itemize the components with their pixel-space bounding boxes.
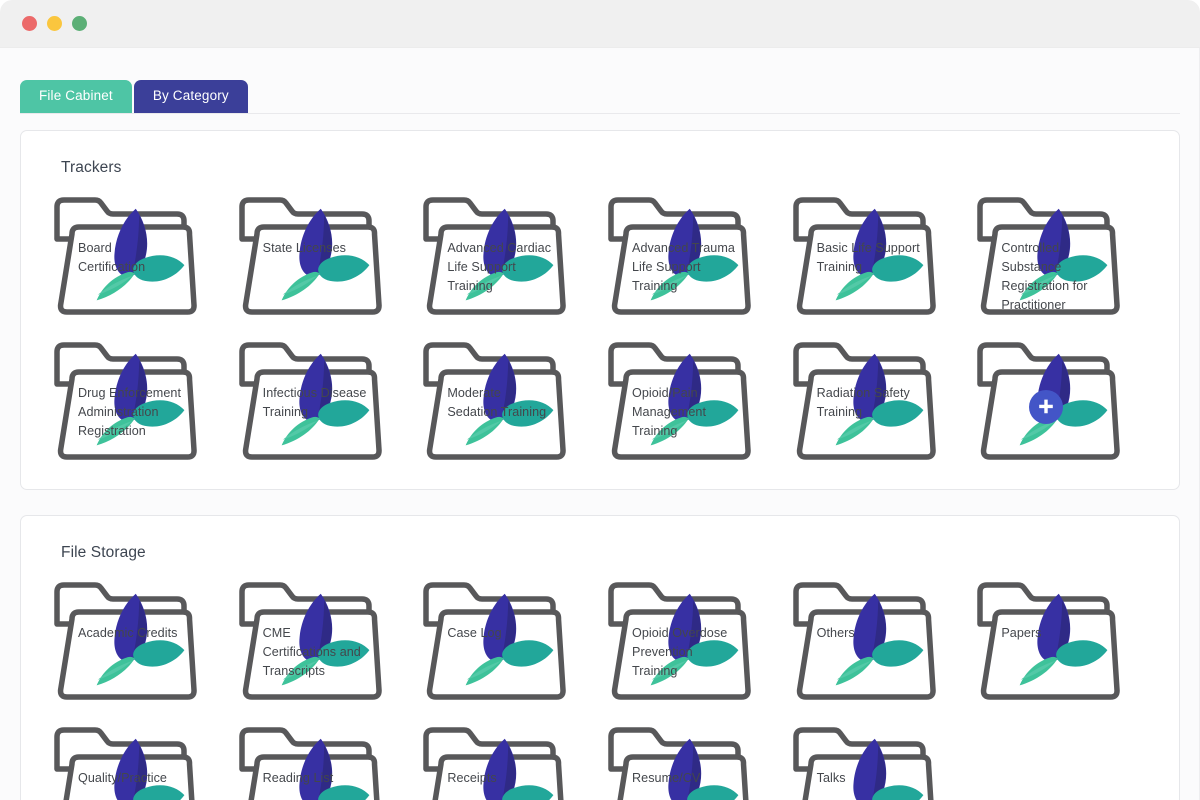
add-folder-button[interactable] (972, 340, 1126, 463)
folder-item[interactable]: Board Certification (49, 195, 203, 318)
folder-item[interactable]: Opioid Overdose Prevention Training (603, 580, 757, 703)
folder-item[interactable]: Papers (972, 580, 1126, 703)
folder-item[interactable]: State Licenses (234, 195, 388, 318)
folder-item[interactable]: Moderate Sedation Training (418, 340, 572, 463)
folder-item[interactable]: Academic Credits (49, 580, 203, 703)
tab-bar: File Cabinet By Category (12, 48, 1188, 113)
folder-item[interactable]: Talks (788, 725, 942, 800)
folder-item[interactable]: Radiation Safety Training (788, 340, 942, 463)
folder-grid-file-storage: Academic Credits CME Certifications and … (43, 580, 1157, 800)
folder-item[interactable]: Quality/Practice (49, 725, 203, 800)
page-body: File Cabinet By Category Trackers Board … (0, 48, 1200, 800)
folder-item[interactable]: Case Log (418, 580, 572, 703)
traffic-lights (22, 16, 87, 31)
folder-item[interactable]: Advanced Cardiac Life Support Training (418, 195, 572, 318)
section-card-file-storage: File Storage Academic Credits CME Certif… (20, 514, 1180, 800)
folder-item[interactable]: Advanced Trauma Life Support Training (603, 195, 757, 318)
folder-item[interactable]: Drug Enforcement Administration Registra… (49, 340, 203, 463)
tab-file-cabinet[interactable]: File Cabinet (20, 80, 132, 113)
app-window: File Cabinet By Category Trackers Board … (0, 0, 1200, 800)
add-circle-icon[interactable] (1029, 389, 1064, 424)
folder-grid-trackers: Board Certification State Licenses Advan… (43, 195, 1157, 463)
window-titlebar (0, 0, 1200, 48)
folder-item[interactable]: Receipts (418, 725, 572, 800)
folder-item[interactable]: Reading List (234, 725, 388, 800)
folder-item[interactable]: CME Certifications and Transcripts (234, 580, 388, 703)
maximize-window-button[interactable] (72, 16, 87, 31)
folder-item[interactable]: Basic Life Support Training (788, 195, 942, 318)
folder-item[interactable]: Resume/CV (603, 725, 757, 800)
folder-item[interactable]: Infectious Disease Training (234, 340, 388, 463)
minimize-window-button[interactable] (47, 16, 62, 31)
section-title-file-storage: File Storage (61, 543, 146, 561)
folder-item[interactable]: Controlled Substance Registration for Pr… (972, 195, 1126, 318)
folder-item[interactable]: Opioid/Pain Management Training (603, 340, 757, 463)
tab-by-category[interactable]: By Category (133, 80, 248, 113)
close-window-button[interactable] (22, 16, 37, 31)
folder-item[interactable]: Others (788, 580, 942, 703)
section-card-trackers: Trackers Board Certification State Licen… (20, 129, 1180, 490)
section-title-trackers: Trackers (61, 158, 122, 176)
sections-container: Trackers Board Certification State Licen… (12, 114, 1188, 800)
